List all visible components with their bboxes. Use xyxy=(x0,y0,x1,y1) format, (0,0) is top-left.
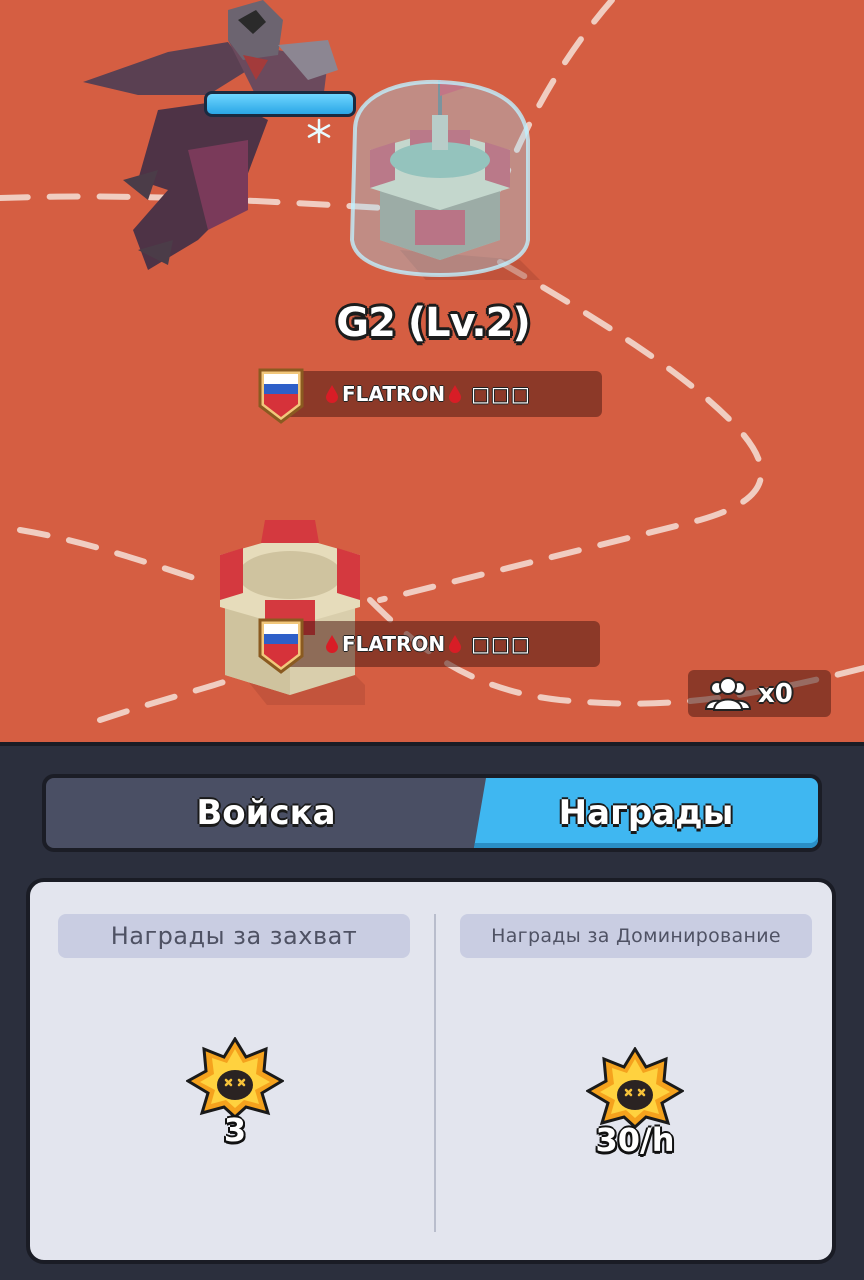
troops-icon xyxy=(704,676,752,711)
capture-reward[interactable]: 3 xyxy=(180,1037,290,1149)
snowflake-icon xyxy=(307,118,331,144)
frozen-tower[interactable] xyxy=(340,70,540,280)
tower-title: G2 (Lv.2) xyxy=(336,300,530,346)
skull-badge-icon xyxy=(586,1047,684,1129)
owner-name: FLATRON □□□ xyxy=(326,382,531,406)
tab-troops[interactable]: Войска xyxy=(46,778,486,848)
blood-drop-icon xyxy=(449,635,462,653)
russia-flag-shield-icon xyxy=(258,368,304,424)
tower-owner-bar[interactable]: FLATRON □□□ xyxy=(258,368,602,424)
blood-drop-icon xyxy=(449,385,462,403)
capture-reward-value: 3 xyxy=(223,1111,247,1149)
blood-drop-icon xyxy=(326,385,338,403)
owner-suffix: □□□ xyxy=(471,382,531,406)
world-map[interactable]: G2 (Lv.2) FLATRON □□□ FLATRON □□□ x0 xyxy=(0,0,864,742)
skull-badge-icon xyxy=(186,1037,284,1119)
capture-rewards-header: Награды за захват xyxy=(58,914,410,958)
owner-suffix: □□□ xyxy=(471,632,531,656)
tower-owner-bar[interactable]: FLATRON □□□ xyxy=(258,618,600,674)
troops-count: x0 xyxy=(758,678,793,709)
tower-icon[interactable] xyxy=(215,515,365,705)
troops-counter[interactable]: x0 xyxy=(688,670,831,717)
game-screen: G2 (Lv.2) FLATRON □□□ FLATRON □□□ x0 Вой… xyxy=(0,0,864,1280)
owner-name: FLATRON □□□ xyxy=(326,632,531,656)
blood-drop-icon xyxy=(326,635,338,653)
tab-bar: Войска Награды xyxy=(42,774,822,852)
owner-name-text: FLATRON xyxy=(342,382,446,406)
enemy-health-fill xyxy=(207,94,353,114)
column-divider xyxy=(434,914,436,1232)
rewards-card: Награды за захват Награды за Доминирован… xyxy=(26,878,836,1264)
owner-name-text: FLATRON xyxy=(342,632,446,656)
domination-reward-value: 30/h xyxy=(595,1121,675,1159)
domination-reward[interactable]: 30/h xyxy=(580,1047,690,1159)
russia-flag-shield-icon xyxy=(258,618,304,674)
tab-rewards[interactable]: Награды xyxy=(474,778,818,848)
enemy-health-bar xyxy=(204,91,356,117)
domination-rewards-header: Награды за Доминирование xyxy=(460,914,812,958)
info-panel: Войска Награды Награды за захват Награды… xyxy=(0,742,864,1280)
